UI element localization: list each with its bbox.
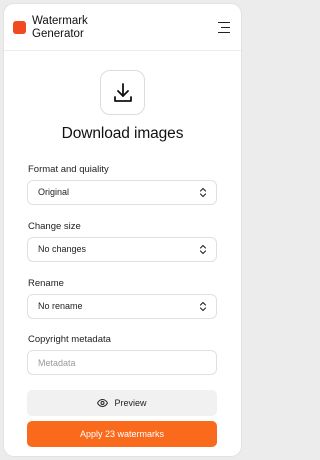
- chevron-up-down-icon: [199, 244, 207, 255]
- chevron-up-down-icon: [199, 301, 207, 312]
- format-label: Format and quiality: [28, 164, 109, 175]
- download-icon: [113, 82, 132, 102]
- metadata-label: Copyright metadata: [28, 334, 111, 345]
- eye-icon: [97, 399, 109, 407]
- app-brand: Watermark Generator: [32, 15, 88, 41]
- format-select-value: Original: [38, 187, 70, 197]
- apply-watermarks-button[interactable]: Apply 23 watermarks: [27, 421, 217, 447]
- rename-label: Rename: [28, 278, 64, 289]
- page-title: Download images: [61, 125, 184, 142]
- metadata-input[interactable]: [27, 350, 217, 375]
- chevron-up-down-icon: [199, 187, 207, 198]
- rename-select[interactable]: No rename: [27, 294, 217, 319]
- app-logo: [13, 21, 26, 34]
- brand-line-2: Generator: [32, 28, 84, 40]
- app-window: Watermark Generator Download images Form…: [4, 4, 241, 456]
- hamburger-menu-icon[interactable]: [218, 22, 230, 34]
- size-label: Change size: [28, 221, 81, 232]
- preview-button[interactable]: Preview: [27, 390, 217, 416]
- size-select[interactable]: No changes: [27, 237, 217, 262]
- apply-button-label: Apply 23 watermarks: [79, 429, 165, 439]
- size-select-value: No changes: [38, 244, 87, 254]
- download-icon-box: [100, 70, 145, 115]
- header: Watermark Generator: [4, 4, 241, 51]
- format-select[interactable]: Original: [27, 180, 217, 205]
- brand-line-1: Watermark: [32, 15, 88, 27]
- preview-button-label: Preview: [114, 398, 147, 408]
- rename-select-value: No rename: [38, 301, 83, 311]
